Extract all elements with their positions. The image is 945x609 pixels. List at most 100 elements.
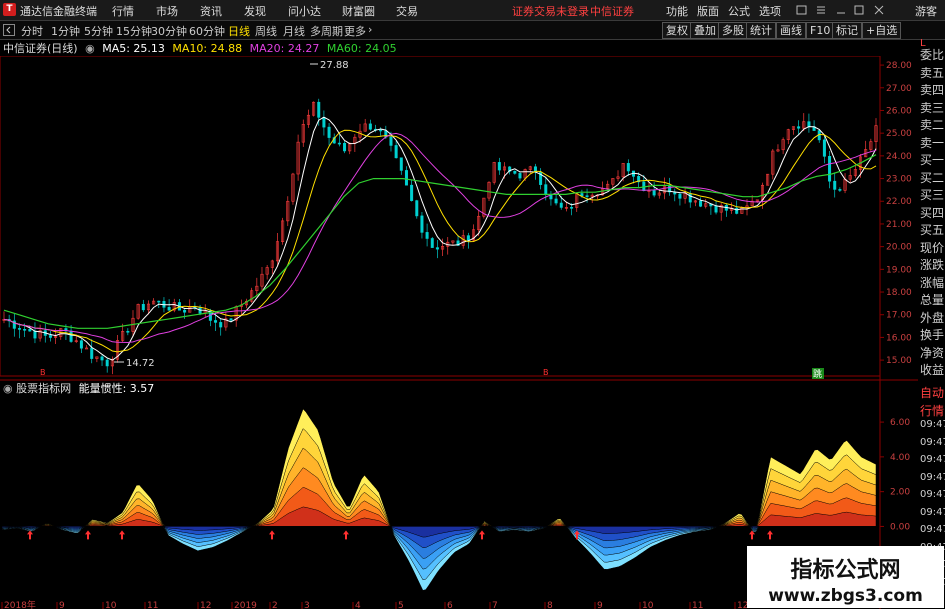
period-15min[interactable]: 15分钟: [116, 23, 152, 39]
period-5min[interactable]: 5分钟: [84, 23, 113, 39]
menu-item-wealth[interactable]: 财富圈: [342, 3, 375, 19]
candle-body: [544, 184, 548, 195]
adjust-button[interactable]: 复权: [662, 22, 692, 39]
settings-icon[interactable]: ◉: [85, 42, 95, 55]
menu-layout[interactable]: 版面: [697, 3, 719, 19]
statistics-button[interactable]: 统计: [746, 22, 776, 39]
date-tick-label: 8: [547, 601, 553, 609]
date-axis: 2018年 9 10 11 12 2019 2 3 4 5 6 7 8 9 10 11 12: [1, 599, 748, 609]
price-tick-label: 19.00: [886, 265, 912, 275]
candle-body: [518, 173, 522, 179]
quote-field-label: 卖一: [920, 135, 945, 150]
ma10-line: [3, 129, 877, 353]
stock-title[interactable]: 中信证券(日线): [3, 42, 78, 55]
up-arrow-icon: [27, 530, 33, 540]
candle-body: [105, 359, 109, 367]
ma60-value: MA60: 24.05: [326, 42, 397, 55]
candle-body: [17, 328, 21, 330]
menu-function[interactable]: 功能: [666, 3, 688, 19]
candle-body: [100, 356, 104, 361]
draw-line-button[interactable]: 画线: [776, 22, 806, 39]
date-tick-label: 10: [105, 601, 117, 609]
date-tick-label: 2018年: [4, 599, 36, 609]
period-daily[interactable]: 日线: [228, 23, 250, 39]
quote-field-label: 净资: [920, 345, 945, 360]
candle-body: [554, 198, 558, 204]
chevron-right-icon[interactable]: ›: [368, 23, 372, 36]
menu-item-news[interactable]: 资讯: [200, 3, 222, 19]
back-icon[interactable]: [3, 24, 15, 36]
candle-body: [157, 300, 161, 303]
multi-stock-button[interactable]: 多股: [718, 22, 748, 39]
signal-marker: B: [543, 368, 549, 377]
candle-body: [126, 330, 130, 333]
candle-body: [466, 235, 470, 241]
period-more[interactable]: 更多: [344, 23, 366, 39]
candle-body: [688, 193, 692, 203]
quote-field-label: 卖三: [920, 100, 945, 115]
candle-body: [214, 320, 218, 323]
candle-body: [415, 200, 419, 217]
menu-item-market[interactable]: 市场: [156, 3, 178, 19]
candle-body: [167, 307, 171, 311]
indicator-name[interactable]: 股票指标网: [16, 382, 71, 395]
menu-options[interactable]: 选项: [759, 3, 781, 19]
up-arrow-icon: [767, 530, 773, 540]
quote-field-label: 买五: [920, 223, 945, 237]
candle-body: [389, 136, 393, 146]
menu-item-ask[interactable]: 问小达: [288, 3, 321, 19]
indicator-info-line: ◉ 股票指标网 能量惯性: 3.57: [0, 380, 154, 396]
broker-name[interactable]: 中信证券: [590, 3, 634, 19]
login-warning[interactable]: 证券交易未登录: [512, 3, 589, 19]
overlay-button[interactable]: 叠加: [690, 22, 720, 39]
quote-field-label: 委比: [920, 48, 945, 62]
kline-chart[interactable]: 28.0027.0026.0025.0024.0023.0022.0021.00…: [0, 56, 918, 609]
period-weekly[interactable]: 周线: [255, 23, 277, 39]
candle-body: [420, 215, 424, 233]
candle-body: [585, 195, 589, 198]
tick-time: 09:47: [920, 506, 945, 518]
ma60-line: [3, 154, 877, 329]
period-multi[interactable]: 多周期: [310, 23, 343, 39]
candle-body: [28, 329, 32, 332]
guest-label[interactable]: 游客: [915, 3, 937, 19]
candle-body: [797, 126, 801, 129]
date-tick-label: 2: [272, 601, 278, 609]
date-tick-label: 11: [147, 601, 158, 609]
candle-body: [327, 126, 331, 138]
f10-button[interactable]: F10: [806, 22, 835, 39]
quote-field-label: 涨跌: [920, 258, 945, 272]
price-tick-label: 16.00: [886, 333, 912, 343]
period-intraday[interactable]: 分时: [21, 23, 43, 39]
period-monthly[interactable]: 月线: [283, 23, 305, 39]
candle-body: [425, 232, 429, 239]
menu-formula[interactable]: 公式: [728, 3, 750, 19]
quote-field-label: 买三: [920, 188, 945, 202]
settings-icon[interactable]: ◉: [3, 382, 13, 395]
period-30min[interactable]: 30分钟: [151, 23, 187, 39]
period-1min[interactable]: 1分钟: [51, 23, 80, 39]
date-tick-label: 10: [642, 601, 654, 609]
quote-field-label: 卖四: [920, 83, 945, 97]
app-name: 通达信金融终端: [20, 5, 97, 18]
tick-time: 09:47: [920, 419, 945, 430]
price-tick-label: 27.00: [886, 84, 912, 94]
candle-body: [404, 170, 408, 186]
auto-quote-label: 自动: [920, 386, 945, 400]
menu-item-trade[interactable]: 交易: [396, 3, 418, 19]
close-icon[interactable]: [874, 5, 884, 15]
tick-time: 09:47: [920, 454, 945, 465]
up-arrow-icon: [119, 530, 125, 540]
menu-item-discover[interactable]: 发现: [244, 3, 266, 19]
ma20-value: MA20: 24.27: [249, 42, 320, 55]
mark-button[interactable]: 标记: [832, 22, 862, 39]
skin-icon[interactable]: [796, 5, 807, 15]
add-watchlist-button[interactable]: +自选: [862, 22, 902, 39]
menu-item-quotes[interactable]: 行情: [112, 3, 134, 19]
quote-field-label: 卖五: [920, 65, 945, 80]
maximize-icon[interactable]: [854, 5, 864, 15]
indicator-tick-label: 6.00: [890, 418, 910, 428]
date-tick-label: 5: [398, 601, 404, 609]
period-60min[interactable]: 60分钟: [189, 23, 225, 39]
candle-body: [828, 156, 832, 182]
